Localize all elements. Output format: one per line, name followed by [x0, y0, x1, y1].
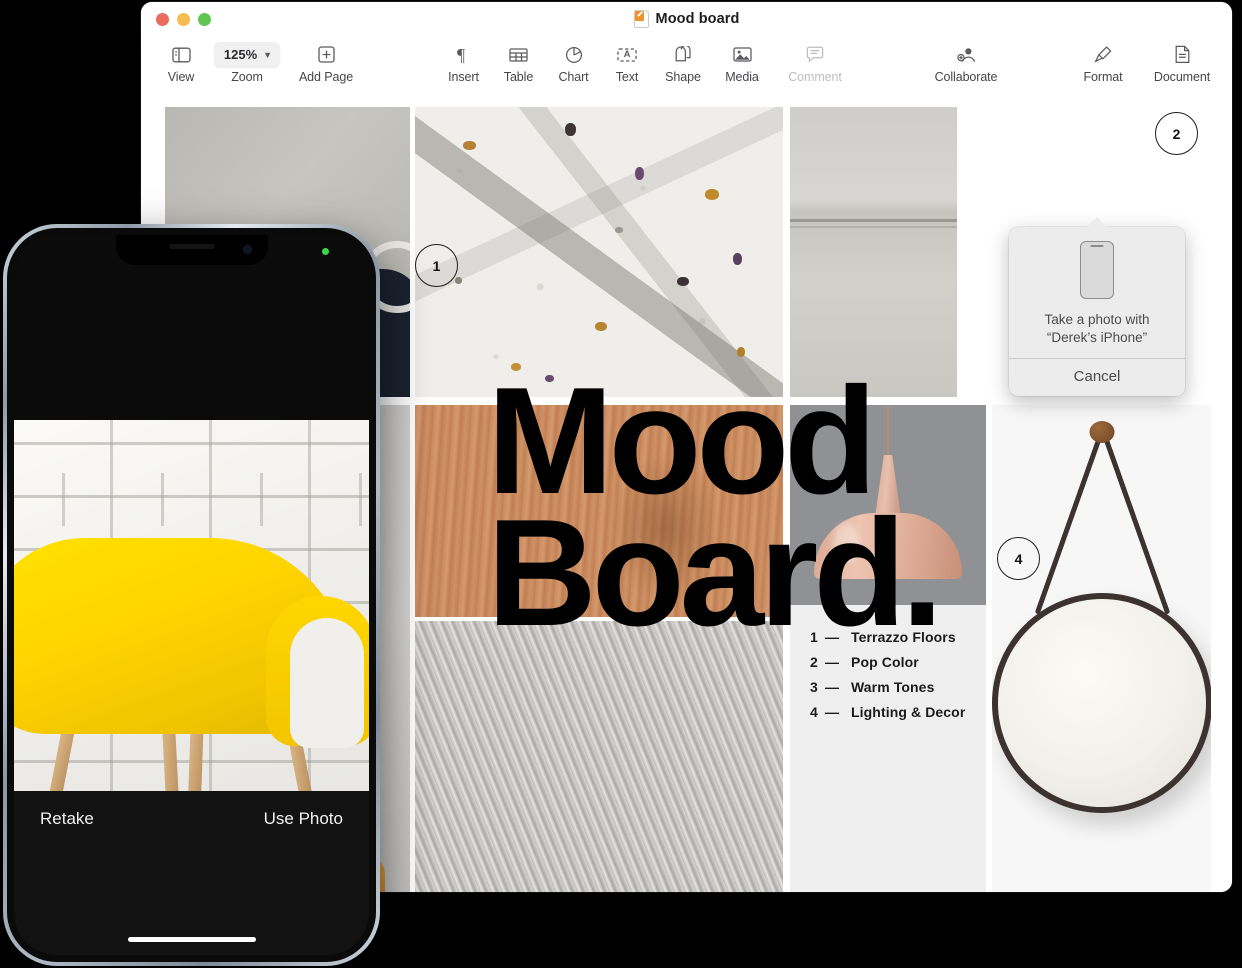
toolbar-label-media: Media	[725, 70, 759, 84]
badge-2[interactable]: 2	[1155, 112, 1198, 155]
toolbar-label-format: Format	[1083, 70, 1123, 84]
earpiece-speaker-icon	[168, 244, 215, 249]
photo-icon	[732, 42, 752, 67]
toolbar: View 125% ▼ Zoom Add Page ¶ Insert Table…	[141, 38, 1232, 96]
legend-label: Terrazzo Floors	[851, 629, 956, 645]
pie-chart-icon	[565, 42, 583, 67]
toolbar-label-document: Document	[1153, 70, 1211, 84]
sidebar-icon	[171, 42, 191, 67]
camera-active-indicator	[322, 248, 329, 255]
text-box-icon: A	[617, 42, 637, 67]
svg-text:¶: ¶	[457, 46, 465, 64]
iphone-bezel: Retake Use Photo	[7, 228, 376, 962]
legend-number: 2	[810, 654, 818, 670]
toolbar-label-table: Table	[503, 70, 534, 84]
toolbar-button-text[interactable]: A Text	[601, 38, 653, 84]
iphone-screen[interactable]: Retake Use Photo	[14, 235, 369, 955]
legend-item: 2 — Pop Color	[810, 654, 965, 670]
toolbar-button-add-page[interactable]: Add Page	[287, 38, 365, 84]
retake-button[interactable]: Retake	[40, 809, 94, 829]
iphone-notch	[115, 235, 268, 265]
person-add-icon	[956, 42, 977, 67]
zoom-level-dropdown[interactable]: 125% ▼	[213, 42, 281, 67]
image-terrazzo-slab[interactable]	[415, 107, 783, 397]
legend-item: 4 — Lighting & Decor	[810, 704, 965, 720]
toolbar-button-view[interactable]: View	[155, 38, 207, 84]
toolbar-button-collaborate[interactable]: Collaborate	[916, 38, 1016, 84]
legend-panel: 1 — Terrazzo Floors 2 — Pop Color 3 — Wa…	[790, 605, 986, 892]
toolbar-button-comment: Comment	[771, 38, 859, 84]
badge-4[interactable]: 4	[997, 537, 1040, 580]
brick-wall-offset-row	[14, 473, 369, 526]
chevron-down-icon: ▼	[263, 49, 273, 60]
toolbar-label-insert: Insert	[448, 70, 479, 84]
legend-label: Warm Tones	[851, 679, 935, 695]
window-title-text: Mood board	[655, 11, 740, 27]
use-photo-button[interactable]: Use Photo	[264, 809, 343, 829]
toolbar-label-collaborate: Collaborate	[934, 70, 998, 84]
pilcrow-icon: ¶	[456, 42, 471, 67]
document-page-icon	[1174, 42, 1191, 67]
toolbar-button-shape[interactable]: Shape	[653, 38, 713, 84]
toolbar-button-chart[interactable]: Chart	[546, 38, 601, 84]
popover-message-line-1: Take a photo with	[1044, 312, 1150, 327]
toolbar-button-zoom[interactable]: 125% ▼ Zoom	[207, 38, 287, 84]
badge-number: 4	[1014, 550, 1023, 567]
take-photo-popover: Take a photo with “Derek’s iPhone” Cance…	[1009, 217, 1185, 396]
legend-dash: —	[825, 679, 840, 695]
image-grey-fur-rug[interactable]	[415, 621, 783, 892]
home-indicator[interactable]	[127, 937, 256, 942]
camera-photo-preview[interactable]	[14, 420, 369, 813]
legend-number: 4	[810, 704, 818, 720]
legend-list: 1 — Terrazzo Floors 2 — Pop Color 3 — Wa…	[790, 605, 965, 729]
toolbar-button-insert[interactable]: ¶ Insert	[436, 38, 491, 85]
pages-document-icon	[633, 10, 649, 28]
legend-dash: —	[825, 704, 840, 720]
toolbar-label-shape: Shape	[665, 70, 701, 84]
popover-cancel-button[interactable]: Cancel	[1009, 359, 1185, 396]
toolbar-button-media[interactable]: Media	[713, 38, 771, 84]
toolbar-label-add-page: Add Page	[298, 70, 354, 84]
toolbar-label-view: View	[167, 70, 195, 84]
toolbar-label-chart: Chart	[558, 70, 589, 84]
window-title: Mood board	[141, 10, 1232, 28]
toolbar-label-zoom: Zoom	[231, 70, 263, 84]
toolbar-button-format[interactable]: Format	[1066, 38, 1140, 84]
legend-label: Lighting & Decor	[851, 704, 966, 720]
legend-number: 1	[810, 629, 818, 645]
legend-number: 3	[810, 679, 818, 695]
toolbar-button-table[interactable]: Table	[491, 38, 546, 84]
chair-arm-negative-space	[290, 618, 364, 748]
plus-square-icon	[317, 42, 335, 67]
paintbrush-icon	[1093, 42, 1113, 67]
legend-item: 1 — Terrazzo Floors	[810, 629, 965, 645]
legend-item: 3 — Warm Tones	[810, 679, 965, 695]
image-concrete-wall[interactable]	[790, 107, 957, 397]
toolbar-button-document[interactable]: Document	[1140, 38, 1224, 84]
front-camera-icon	[242, 245, 252, 254]
shapes-icon	[674, 42, 693, 67]
comment-bubble-icon	[806, 42, 824, 67]
popover-body: Take a photo with “Derek’s iPhone”	[1009, 227, 1185, 358]
toolbar-label-text: Text	[615, 70, 639, 84]
window-titlebar: Mood board	[141, 2, 1232, 38]
zoom-level-value: 125%	[223, 47, 258, 62]
toolbar-label-comment: Comment	[788, 70, 842, 84]
badge-number: 2	[1172, 125, 1181, 142]
camera-action-bar: Retake Use Photo	[14, 791, 369, 955]
table-grid-icon	[509, 42, 528, 67]
screenshot-stage: Mood board View 125% ▼ Zoom Add Page ¶ I…	[0, 0, 1242, 968]
popover-message: Take a photo with “Derek’s iPhone”	[1021, 311, 1173, 346]
legend-label: Pop Color	[851, 654, 919, 670]
image-wood-grain[interactable]	[415, 405, 783, 617]
iphone-device: Retake Use Photo	[3, 224, 380, 966]
image-pendant-lamp[interactable]	[790, 405, 986, 605]
image-round-hanging-mirror[interactable]	[992, 405, 1211, 892]
badge-1[interactable]: 1	[415, 244, 458, 287]
legend-dash: —	[825, 654, 840, 670]
badge-number: 1	[432, 257, 441, 274]
iphone-glyph-icon	[1080, 241, 1114, 299]
popover-message-line-2: “Derek’s iPhone”	[1046, 329, 1148, 345]
legend-dash: —	[825, 629, 840, 645]
